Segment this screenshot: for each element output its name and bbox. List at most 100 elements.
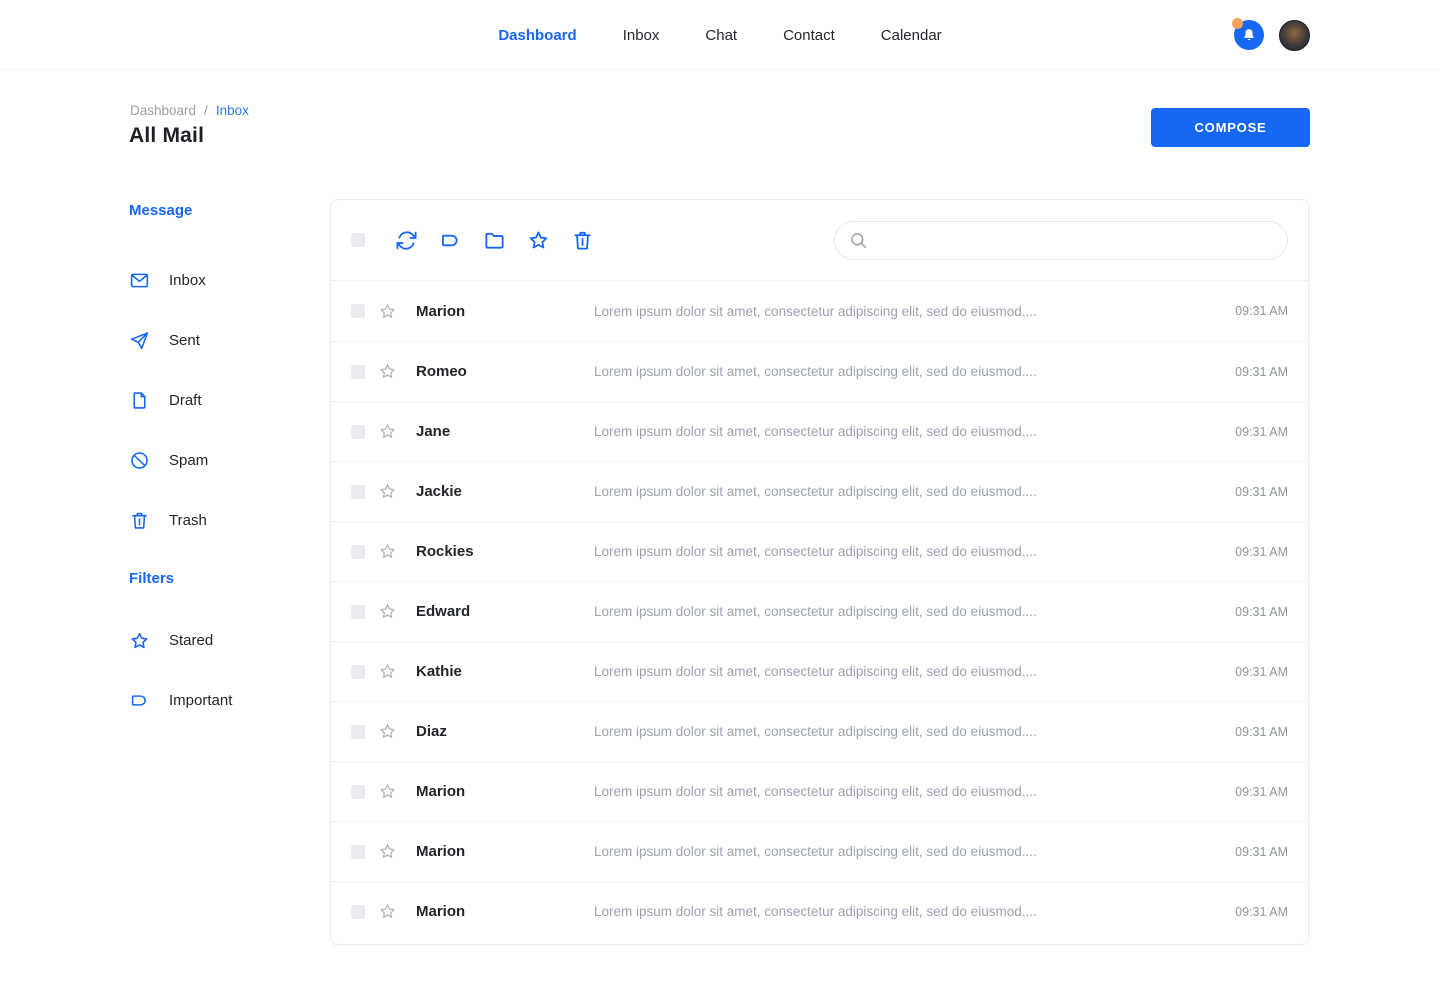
star-icon[interactable] bbox=[378, 542, 397, 561]
star-icon[interactable] bbox=[378, 902, 397, 921]
mail-card: Marion Lorem ipsum dolor sit amet, conse… bbox=[330, 199, 1309, 945]
top-nav-right bbox=[1234, 0, 1310, 70]
sidebar-item-label: Inbox bbox=[169, 272, 206, 289]
mail-time: 09:31 AM bbox=[1235, 425, 1288, 439]
refresh-icon[interactable] bbox=[395, 229, 418, 252]
mail-row[interactable]: Marion Lorem ipsum dolor sit amet, conse… bbox=[331, 761, 1308, 821]
row-checkbox[interactable] bbox=[351, 665, 365, 679]
nav-item-dashboard[interactable]: Dashboard bbox=[498, 27, 576, 44]
mail-preview: Lorem ipsum dolor sit amet, consectetur … bbox=[594, 664, 1235, 679]
sidebar-item-sent[interactable]: Sent bbox=[129, 310, 329, 370]
star-icon[interactable] bbox=[378, 362, 397, 381]
sidebar: Message Inbox Sent Draft Sp bbox=[129, 202, 329, 730]
user-avatar[interactable] bbox=[1279, 20, 1310, 51]
mail-sender: Marion bbox=[416, 303, 594, 320]
search-input[interactable] bbox=[877, 232, 1273, 248]
mail-time: 09:31 AM bbox=[1235, 905, 1288, 919]
sidebar-item-important[interactable]: Important bbox=[129, 670, 329, 730]
notifications-button[interactable] bbox=[1234, 20, 1264, 50]
spam-icon bbox=[129, 450, 150, 471]
row-checkbox[interactable] bbox=[351, 485, 365, 499]
star-icon[interactable] bbox=[378, 842, 397, 861]
mail-preview: Lorem ipsum dolor sit amet, consectetur … bbox=[594, 364, 1235, 379]
mail-row[interactable]: Jane Lorem ipsum dolor sit amet, consect… bbox=[331, 401, 1308, 461]
sidebar-item-label: Sent bbox=[169, 332, 200, 349]
mail-row[interactable]: Diaz Lorem ipsum dolor sit amet, consect… bbox=[331, 701, 1308, 761]
row-checkbox[interactable] bbox=[351, 785, 365, 799]
mail-time: 09:31 AM bbox=[1235, 485, 1288, 499]
sidebar-item-trash[interactable]: Trash bbox=[129, 490, 329, 550]
row-checkbox[interactable] bbox=[351, 365, 365, 379]
mail-row[interactable]: Romeo Lorem ipsum dolor sit amet, consec… bbox=[331, 341, 1308, 401]
sidebar-item-draft[interactable]: Draft bbox=[129, 370, 329, 430]
breadcrumb-inbox[interactable]: Inbox bbox=[216, 103, 249, 118]
star-icon[interactable] bbox=[378, 662, 397, 681]
star-icon[interactable] bbox=[378, 602, 397, 621]
mail-time: 09:31 AM bbox=[1235, 845, 1288, 859]
mail-preview: Lorem ipsum dolor sit amet, consectetur … bbox=[594, 544, 1235, 559]
mail-row[interactable]: Rockies Lorem ipsum dolor sit amet, cons… bbox=[331, 521, 1308, 581]
folder-icon[interactable] bbox=[483, 229, 506, 252]
top-nav-links: Dashboard Inbox Chat Contact Calendar bbox=[498, 0, 941, 70]
sidebar-item-label: Trash bbox=[169, 512, 207, 529]
mail-row[interactable]: Edward Lorem ipsum dolor sit amet, conse… bbox=[331, 581, 1308, 641]
star-icon[interactable] bbox=[378, 302, 397, 321]
nav-item-inbox[interactable]: Inbox bbox=[623, 27, 660, 44]
trash-icon bbox=[129, 510, 150, 531]
row-checkbox[interactable] bbox=[351, 605, 365, 619]
mail-sender: Marion bbox=[416, 783, 594, 800]
breadcrumb-dashboard[interactable]: Dashboard bbox=[130, 103, 196, 118]
star-icon[interactable] bbox=[378, 482, 397, 501]
label-icon[interactable] bbox=[439, 229, 462, 252]
mail-sender: Diaz bbox=[416, 723, 594, 740]
mail-preview: Lorem ipsum dolor sit amet, consectetur … bbox=[594, 724, 1235, 739]
sidebar-section-message: Message bbox=[129, 202, 329, 222]
mail-preview: Lorem ipsum dolor sit amet, consectetur … bbox=[594, 604, 1235, 619]
row-checkbox[interactable] bbox=[351, 545, 365, 559]
mail-sender: Edward bbox=[416, 603, 594, 620]
mail-row[interactable]: Marion Lorem ipsum dolor sit amet, conse… bbox=[331, 881, 1308, 941]
mail-time: 09:31 AM bbox=[1235, 665, 1288, 679]
compose-button[interactable]: COMPOSE bbox=[1151, 108, 1310, 147]
star-icon[interactable] bbox=[378, 422, 397, 441]
nav-item-contact[interactable]: Contact bbox=[783, 27, 835, 44]
mail-preview: Lorem ipsum dolor sit amet, consectetur … bbox=[594, 784, 1235, 799]
sidebar-item-label: Stared bbox=[169, 632, 213, 649]
sidebar-item-inbox[interactable]: Inbox bbox=[129, 250, 329, 310]
mail-preview: Lorem ipsum dolor sit amet, consectetur … bbox=[594, 844, 1235, 859]
row-checkbox[interactable] bbox=[351, 905, 365, 919]
breadcrumb-separator: / bbox=[204, 103, 208, 118]
sidebar-section-filters: Filters bbox=[129, 570, 329, 590]
mail-row[interactable]: Marion Lorem ipsum dolor sit amet, conse… bbox=[331, 281, 1308, 341]
star-icon[interactable] bbox=[378, 722, 397, 741]
mail-preview: Lorem ipsum dolor sit amet, consectetur … bbox=[594, 424, 1235, 439]
sidebar-item-label: Important bbox=[169, 692, 232, 709]
search-box[interactable] bbox=[834, 221, 1288, 260]
trash-icon[interactable] bbox=[571, 229, 594, 252]
mail-toolbar bbox=[331, 200, 1308, 281]
mail-row[interactable]: Marion Lorem ipsum dolor sit amet, conse… bbox=[331, 821, 1308, 881]
star-icon[interactable] bbox=[378, 782, 397, 801]
notification-badge bbox=[1232, 18, 1243, 29]
mail-time: 09:31 AM bbox=[1235, 725, 1288, 739]
nav-item-chat[interactable]: Chat bbox=[705, 27, 737, 44]
mail-icon bbox=[129, 270, 150, 291]
sidebar-item-spam[interactable]: Spam bbox=[129, 430, 329, 490]
mail-time: 09:31 AM bbox=[1235, 605, 1288, 619]
nav-item-calendar[interactable]: Calendar bbox=[881, 27, 942, 44]
row-checkbox[interactable] bbox=[351, 425, 365, 439]
mail-preview: Lorem ipsum dolor sit amet, consectetur … bbox=[594, 904, 1235, 919]
row-checkbox[interactable] bbox=[351, 845, 365, 859]
sidebar-item-label: Draft bbox=[169, 392, 202, 409]
select-all-checkbox[interactable] bbox=[351, 233, 365, 247]
sidebar-item-stared[interactable]: Stared bbox=[129, 610, 329, 670]
breadcrumb: Dashboard / Inbox bbox=[130, 103, 249, 118]
search-icon bbox=[849, 231, 868, 250]
mail-row[interactable]: Jackie Lorem ipsum dolor sit amet, conse… bbox=[331, 461, 1308, 521]
row-checkbox[interactable] bbox=[351, 304, 365, 318]
star-icon[interactable] bbox=[527, 229, 550, 252]
star-icon bbox=[129, 630, 150, 651]
mail-row[interactable]: Kathie Lorem ipsum dolor sit amet, conse… bbox=[331, 641, 1308, 701]
mail-preview: Lorem ipsum dolor sit amet, consectetur … bbox=[594, 304, 1235, 319]
row-checkbox[interactable] bbox=[351, 725, 365, 739]
